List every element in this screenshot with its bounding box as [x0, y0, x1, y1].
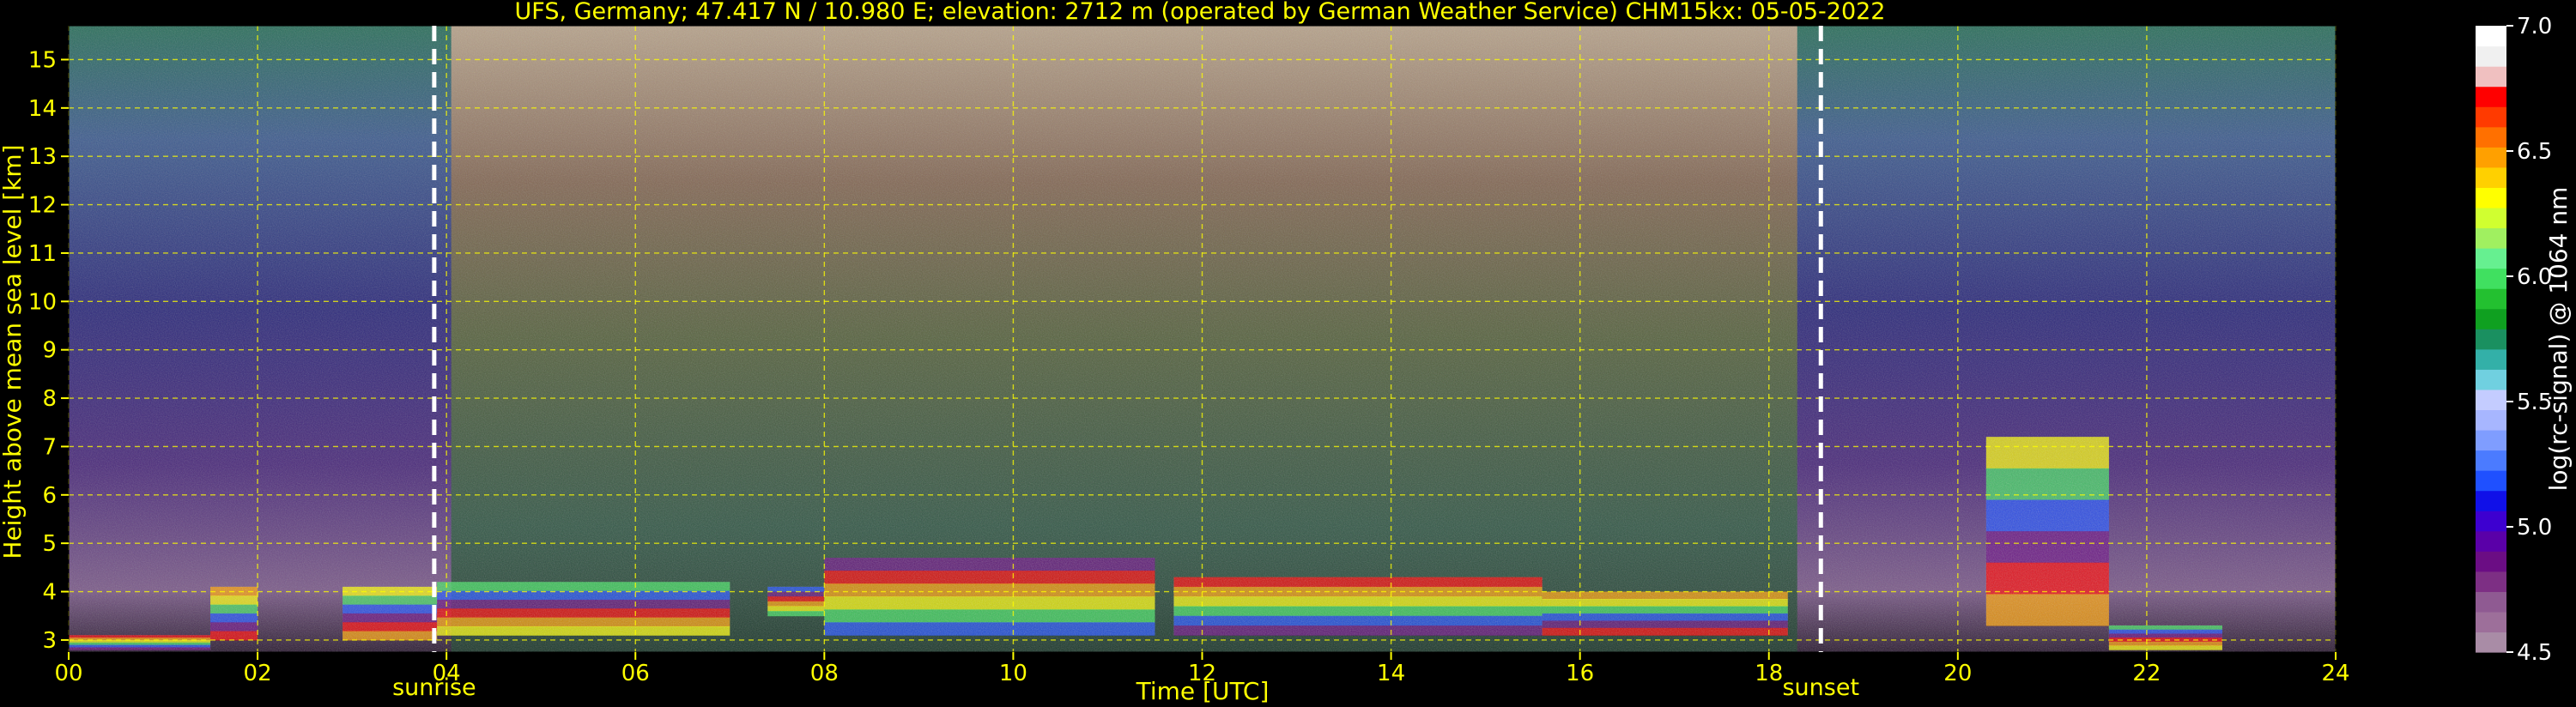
x-tick-label: 14 [1377, 661, 1405, 686]
colorbar-segment [2476, 66, 2506, 88]
colorbar-segment [2476, 429, 2506, 451]
y-tick-label: 6 [42, 483, 57, 509]
colorbar-tick-label: 6.5 [2517, 139, 2552, 165]
colorbar-segment [2476, 551, 2506, 572]
x-tick-label: 20 [1943, 661, 1972, 686]
cloud-layer [1542, 591, 1788, 636]
colorbar-segment [2476, 348, 2506, 370]
y-tick-label: 13 [28, 144, 57, 170]
colorbar-segment [2476, 591, 2506, 613]
cloud-layer [342, 586, 438, 641]
x-tick-label: 10 [999, 661, 1027, 686]
colorbar-segment [2476, 187, 2506, 208]
colorbar-segment [2476, 26, 2506, 47]
colorbar-segment [2476, 288, 2506, 310]
y-tick-label: 5 [42, 531, 57, 557]
x-tick-label: 02 [244, 661, 272, 686]
cloud-layer [1985, 437, 2109, 626]
colorbar-segment [2476, 530, 2506, 552]
colorbar-segment [2476, 631, 2506, 653]
x-tick-label: 24 [2321, 661, 2349, 686]
cloud-layer [2108, 625, 2222, 650]
colorbar-segment [2476, 248, 2506, 269]
event-marker-label: sunset [1782, 674, 1859, 701]
x-tick-label: 06 [621, 661, 650, 686]
y-tick-label: 10 [28, 289, 57, 315]
colorbar-segment [2476, 207, 2506, 229]
colorbar-segment [2476, 389, 2506, 411]
x-tick-label: 22 [2132, 661, 2161, 686]
colorbar-segment [2476, 86, 2506, 107]
colorbar-segment [2476, 369, 2506, 390]
y-tick-label: 4 [42, 580, 57, 606]
cloud-layer [1173, 577, 1543, 636]
colorbar-tick-label: 7.0 [2517, 14, 2552, 39]
cloud-layer [824, 558, 1155, 636]
y-axis: 3 4 5 6 7 8 9 10 11 12 13 14 15 [28, 47, 69, 654]
x-axis-label: Time [UTC] [1136, 677, 1270, 705]
colorbar-segment [2476, 106, 2506, 128]
colorbar-segment [2476, 308, 2506, 329]
colorbar-tick-label: 5.0 [2517, 515, 2552, 541]
y-tick-label: 8 [42, 386, 57, 412]
colorbar-segment [2476, 227, 2506, 249]
y-tick-label: 14 [28, 96, 57, 122]
y-tick-label: 3 [42, 628, 57, 654]
colorbar-segment [2476, 409, 2506, 431]
y-tick-label: 7 [42, 434, 57, 460]
colorbar-segment [2476, 166, 2506, 188]
colorbar-segment [2476, 571, 2506, 592]
x-tick-label: 08 [810, 661, 839, 686]
x-tick-label: 18 [1755, 661, 1783, 686]
colorbar-segment [2476, 611, 2506, 633]
colorbar-segment [2476, 490, 2506, 511]
x-tick-label: 16 [1566, 661, 1594, 686]
colorbar-segment [2476, 329, 2506, 350]
cloud-layer [210, 586, 258, 641]
colorbar-segment [2476, 268, 2506, 289]
colorbar-segment [2476, 45, 2506, 67]
colorbar-segment [2476, 511, 2506, 532]
colorbar-segment [2476, 450, 2506, 471]
colorbar-label: log(rc-signal) @ 1064 nm [2544, 187, 2573, 492]
colorbar-segment [2476, 126, 2506, 148]
colorbar: 4.55.05.56.06.57.0 [2476, 14, 2552, 666]
cloud-layer [69, 635, 211, 650]
colorbar-tick-label: 4.5 [2517, 640, 2552, 666]
y-tick-label: 9 [42, 338, 57, 364]
cloud-layer [437, 582, 730, 636]
y-axis-label: Height above mean sea level [km] [0, 144, 27, 559]
colorbar-segment [2476, 470, 2506, 492]
backscatter-chart: 3456789101112131415 00 02 04 06 08 10 12 14 16 18… [0, 0, 2573, 705]
y-tick-label: 11 [28, 241, 57, 267]
y-tick-label: 12 [28, 193, 57, 219]
y-tick-label: 15 [28, 47, 57, 73]
colorbar-segment [2476, 147, 2506, 168]
x-tick-label: 00 [54, 661, 82, 686]
chart-title: UFS, Germany; 47.417 N / 10.980 E; eleva… [515, 0, 1886, 25]
event-marker-label: sunrise [392, 674, 476, 701]
